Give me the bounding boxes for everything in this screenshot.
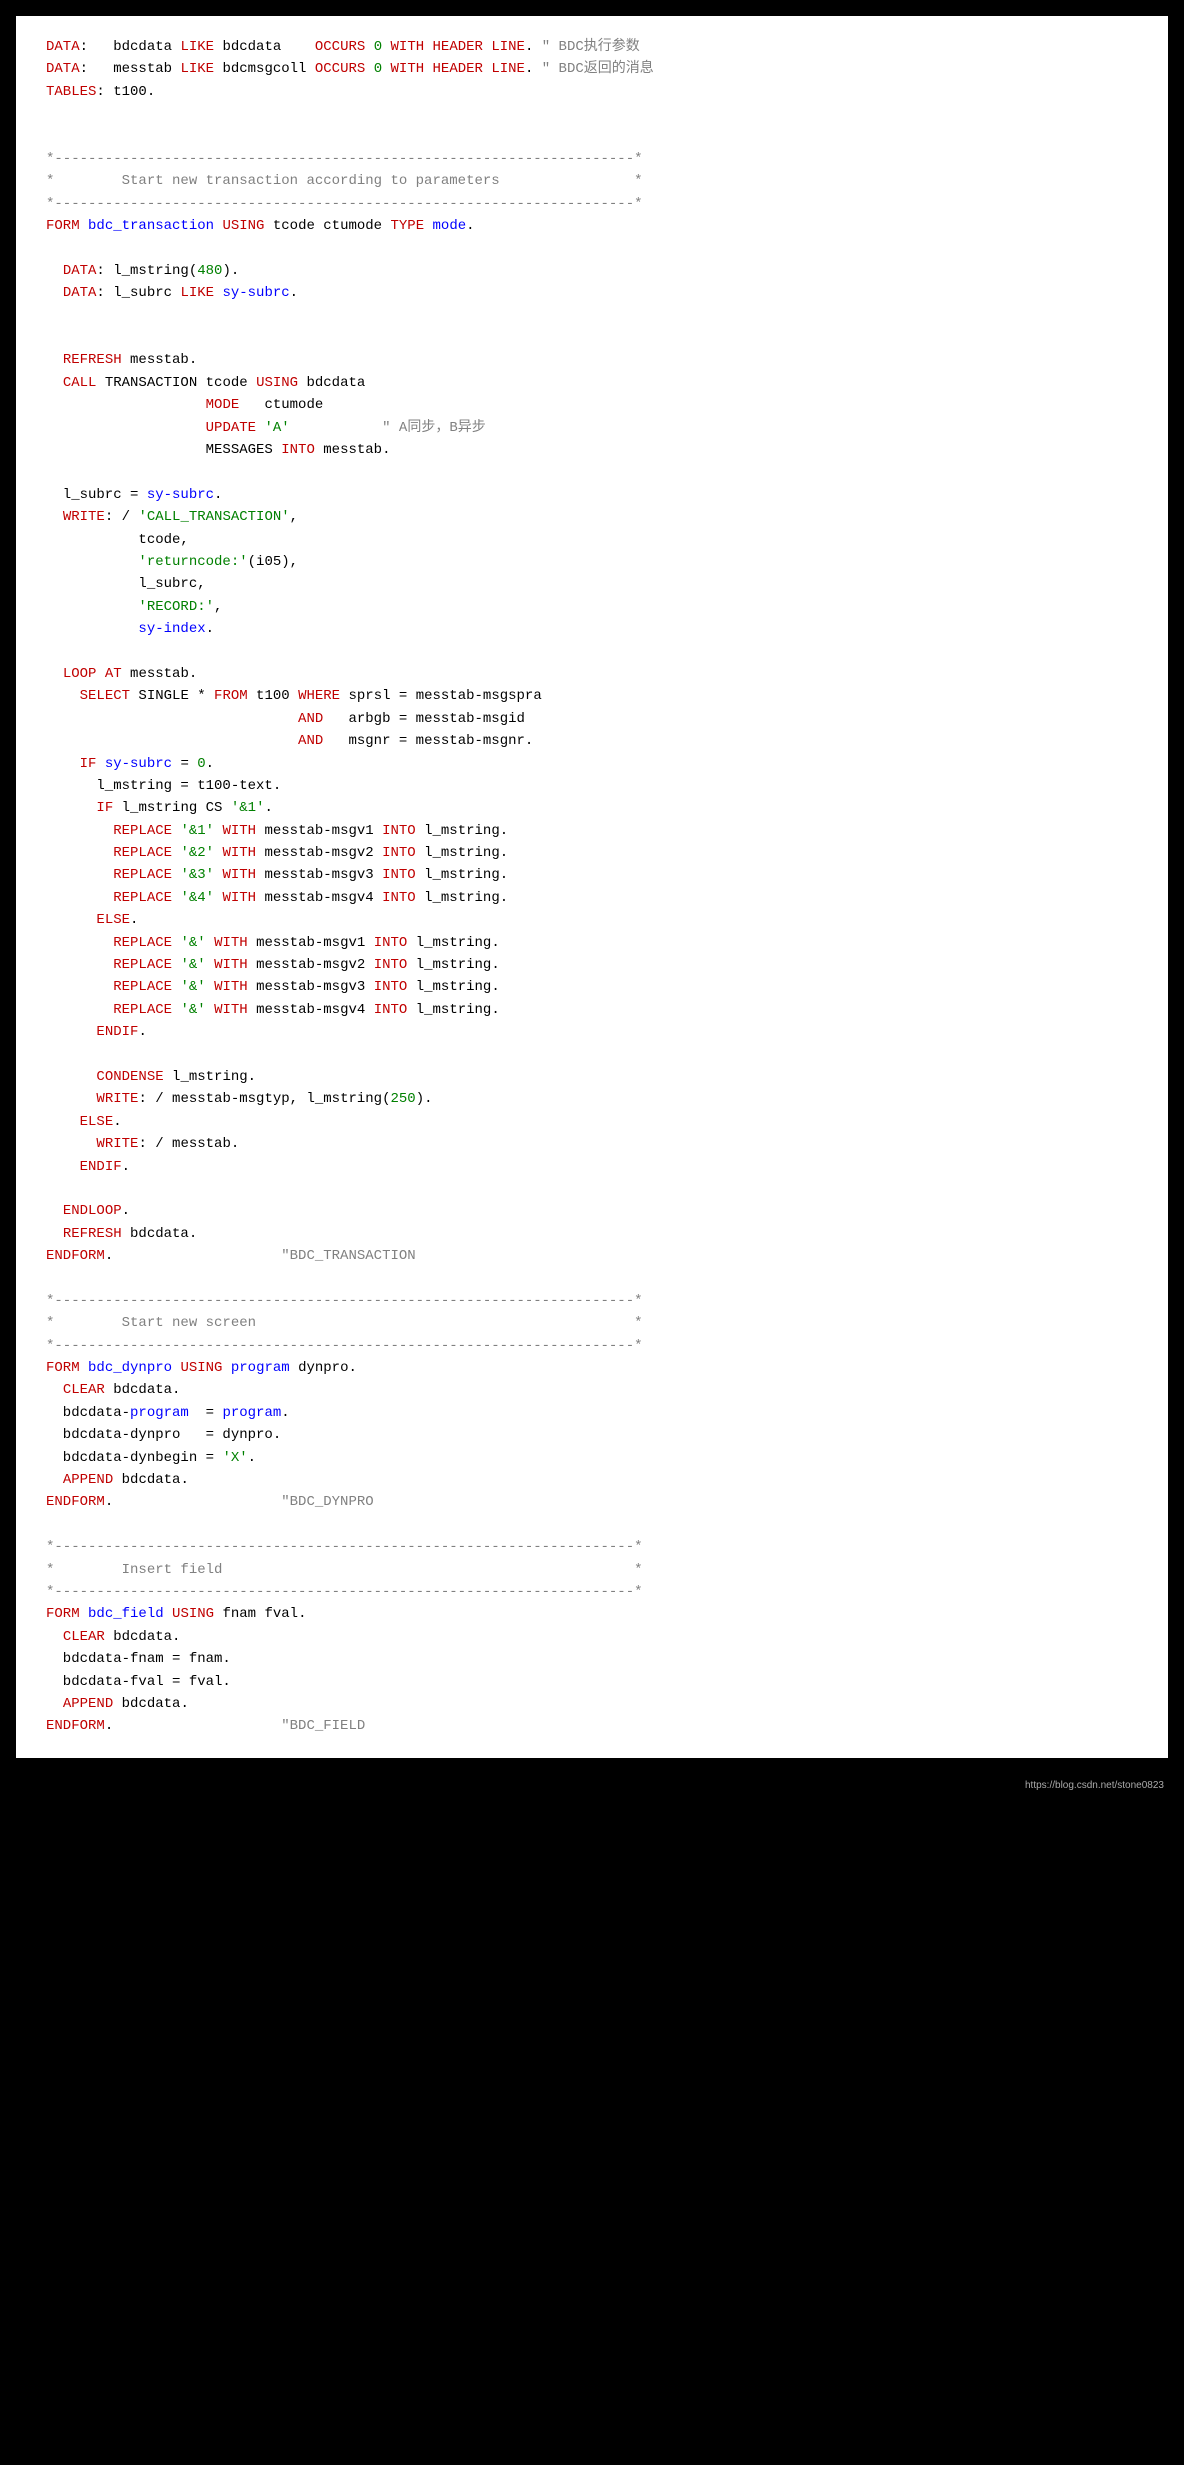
watermark: https://blog.csdn.net/stone0823 — [0, 1774, 1184, 1802]
code-block: DATA: bdcdata LIKE bdcdata OCCURS 0 WITH… — [16, 16, 1168, 1758]
